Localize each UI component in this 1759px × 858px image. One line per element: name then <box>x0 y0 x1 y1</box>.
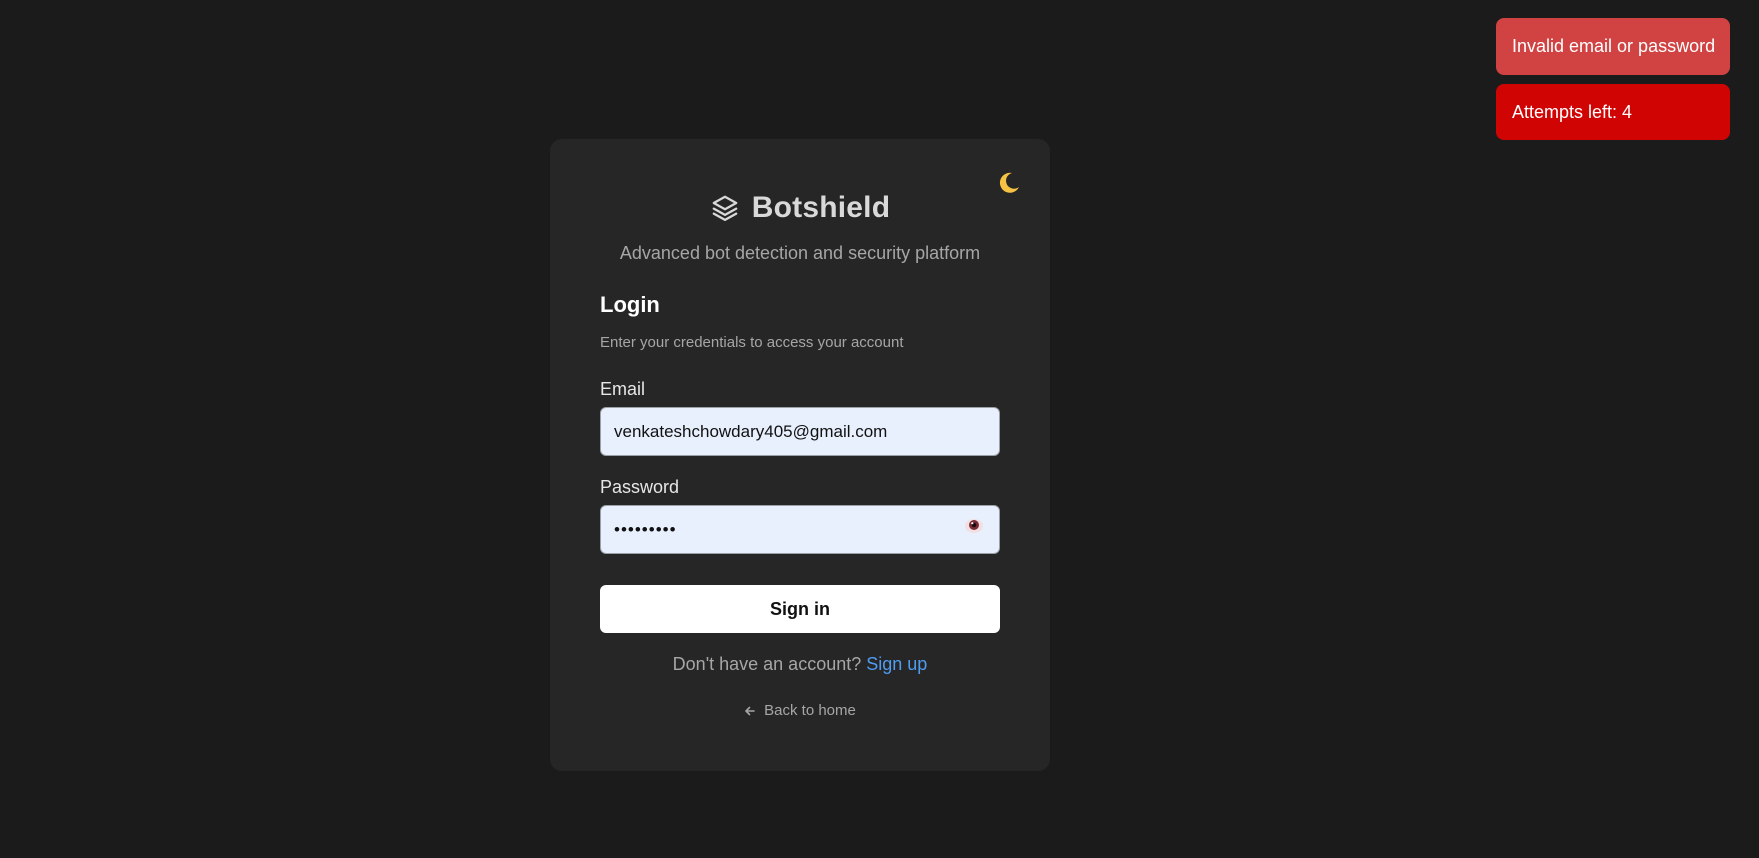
show-password-button[interactable] <box>962 514 986 538</box>
signup-prompt: Don't have an account? Sign up <box>550 654 1050 675</box>
brand-tagline: Advanced bot detection and security plat… <box>619 243 981 263</box>
login-card: Botshield Advanced bot detection and sec… <box>550 139 1050 771</box>
password-field[interactable] <box>600 505 1000 554</box>
error-toast-message: Invalid email or password <box>1512 36 1716 56</box>
login-subtitle: Enter your credentials to access your ac… <box>600 334 904 351</box>
login-page: Invalid email or password Attempts left:… <box>0 0 1759 858</box>
layers-icon <box>712 195 738 221</box>
sign-in-button[interactable]: Sign in <box>600 585 1000 633</box>
attempts-toast[interactable]: Attempts left: 4 <box>1496 84 1730 140</box>
back-to-home-label: Back to home <box>764 702 856 719</box>
arrow-left-icon <box>745 706 755 715</box>
brand: Botshield <box>550 191 1050 225</box>
email-label: Email <box>600 379 646 399</box>
signup-prompt-text: Don't have an account? <box>672 654 862 674</box>
eye-icon <box>965 519 983 533</box>
sign-up-link[interactable]: Sign up <box>866 654 927 674</box>
back-to-home-link[interactable]: Back to home <box>550 702 1050 719</box>
password-label: Password <box>600 477 680 497</box>
email-field[interactable] <box>600 407 1000 456</box>
login-title: Login <box>600 292 660 317</box>
error-toast[interactable]: Invalid email or password <box>1496 18 1730 75</box>
notification-stack: Invalid email or password Attempts left:… <box>1496 18 1730 149</box>
attempts-toast-message: Attempts left: 4 <box>1512 101 1633 122</box>
brand-name: Botshield <box>751 191 891 224</box>
